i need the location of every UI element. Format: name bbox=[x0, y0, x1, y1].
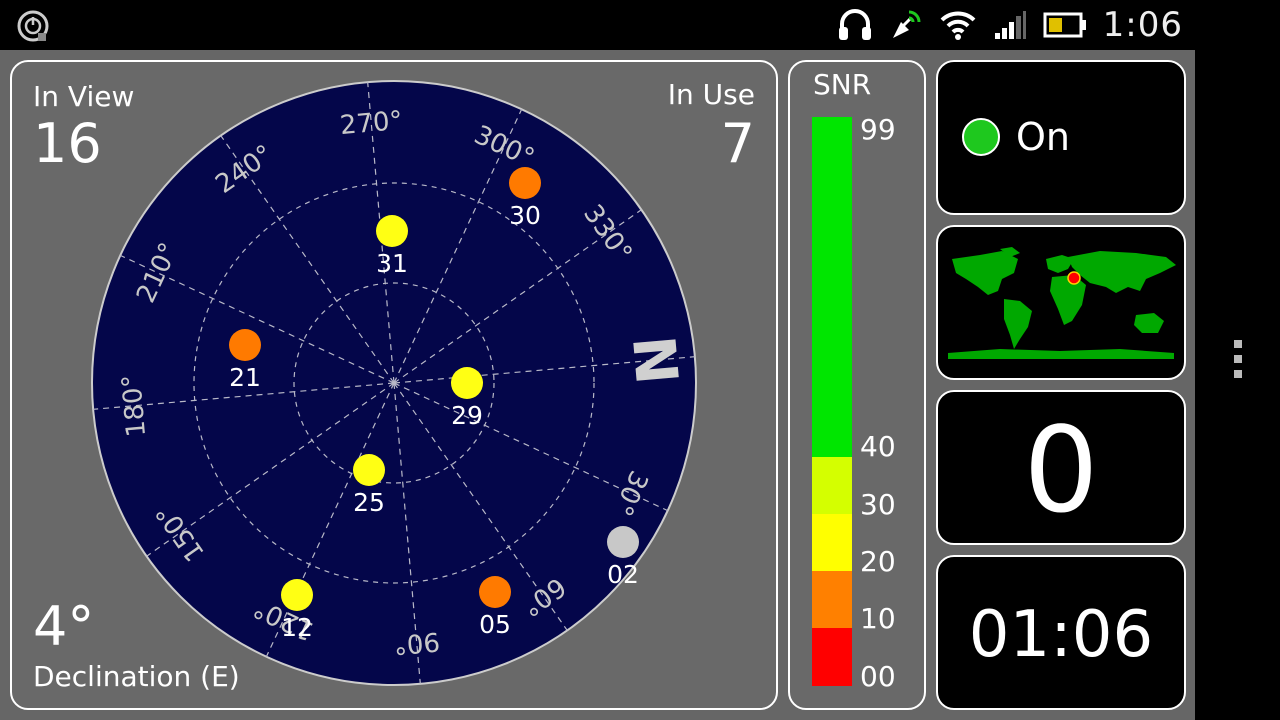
snr-tick-label: 20 bbox=[860, 545, 896, 578]
headset-icon bbox=[838, 9, 871, 40]
in-use-value: 7 bbox=[720, 112, 755, 175]
satellite-marker bbox=[607, 526, 639, 558]
satellite-id-label: 31 bbox=[376, 249, 408, 278]
world-map bbox=[948, 247, 1176, 359]
declination-value: 4° bbox=[33, 595, 95, 658]
overflow-menu-icon[interactable] bbox=[1234, 340, 1244, 384]
sky-plot: 30°60°90°120°150°180°210°240°270° 300°330… bbox=[91, 80, 697, 686]
bearing-label: 90° bbox=[392, 626, 441, 660]
snr-band bbox=[812, 628, 852, 686]
snr-panel bbox=[788, 60, 926, 710]
satellite-marker bbox=[376, 215, 408, 247]
signal-icon bbox=[994, 11, 1026, 39]
snr-title: SNR bbox=[813, 68, 872, 101]
snr-band bbox=[812, 117, 852, 457]
fix-status-text: On bbox=[1016, 115, 1070, 159]
satellite-id-label: 05 bbox=[479, 610, 511, 639]
in-use-label: In Use bbox=[667, 78, 755, 111]
power-app-icon bbox=[17, 10, 49, 42]
declination-label: Declination (E) bbox=[33, 660, 240, 693]
continents bbox=[948, 247, 1176, 359]
snr-band bbox=[812, 514, 852, 571]
satellite-marker bbox=[451, 367, 483, 399]
in-view-value: 16 bbox=[33, 112, 102, 175]
snr-tick-label: 30 bbox=[860, 488, 896, 521]
satellite-id-label: 02 bbox=[607, 560, 639, 589]
counter-value: 0 bbox=[1023, 401, 1099, 539]
satellite-marker bbox=[281, 579, 313, 611]
bearing-label: 270° bbox=[339, 106, 404, 141]
bearing-label: 180° bbox=[117, 373, 152, 438]
satellite-marker bbox=[479, 576, 511, 608]
satellite-marker bbox=[509, 167, 541, 199]
north-label: N bbox=[619, 333, 691, 387]
snr-tick-label: 00 bbox=[860, 660, 896, 693]
fix-time-value: 01:06 bbox=[968, 598, 1154, 672]
satellite-id-label: 29 bbox=[451, 401, 483, 430]
satellite-id-label: 25 bbox=[353, 488, 385, 517]
clock-time: 1:06 bbox=[1102, 5, 1183, 45]
wifi-icon bbox=[940, 11, 976, 40]
satellite-marker bbox=[229, 329, 261, 361]
status-bar: 1:06 bbox=[0, 0, 1195, 50]
satellite-id-label: 12 bbox=[281, 613, 313, 642]
satellite-marker bbox=[353, 454, 385, 486]
snr-tick-label: 40 bbox=[860, 430, 896, 463]
satellite-id-label: 21 bbox=[229, 363, 261, 392]
gps-satellite-icon bbox=[892, 10, 921, 38]
battery-icon bbox=[1043, 12, 1086, 38]
location-marker-icon bbox=[1067, 271, 1081, 285]
fix-indicator-icon bbox=[962, 118, 1000, 156]
snr-tick-label: 10 bbox=[860, 602, 896, 635]
snr-band bbox=[812, 457, 852, 514]
snr-tick-label: 99 bbox=[860, 113, 896, 146]
satellite-id-label: 30 bbox=[509, 201, 541, 230]
in-view-label: In View bbox=[33, 80, 135, 113]
snr-band bbox=[812, 571, 852, 628]
